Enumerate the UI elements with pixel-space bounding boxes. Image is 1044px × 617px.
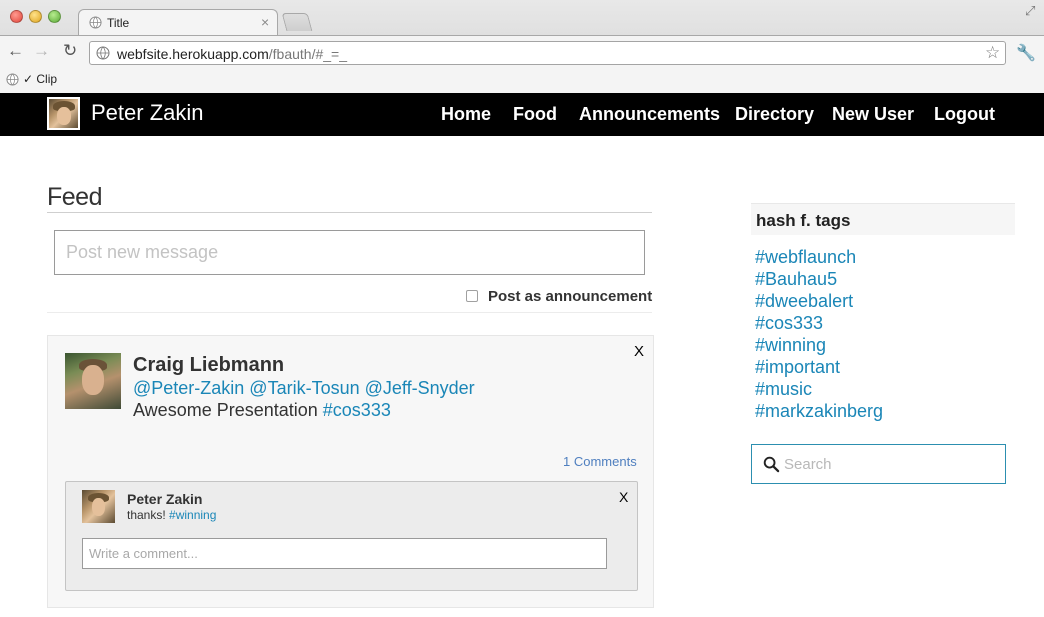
post-body: Awesome Presentation #cos333 xyxy=(133,400,391,421)
brand-name[interactable]: Peter Zakin xyxy=(91,100,204,126)
post-body-text: Awesome Presentation xyxy=(133,400,323,420)
post-mentions[interactable]: @Peter-Zakin @Tarik-Tosun @Jeff-Snyder xyxy=(133,378,475,399)
nav-directory[interactable]: Directory xyxy=(735,104,814,125)
nav-new-user[interactable]: New User xyxy=(832,104,914,125)
site-navbar: Peter Zakin Home Food Announcements Dire… xyxy=(0,93,1044,136)
hashtag-link[interactable]: #important xyxy=(755,356,883,378)
tab-close-icon[interactable]: × xyxy=(261,14,269,30)
browser-toolbar: ← → ↻ webfsite.herokuapp.com/fbauth/#_=_… xyxy=(0,35,1044,69)
tab-title: Title xyxy=(107,16,130,30)
comment-body: thanks! xyxy=(127,508,170,522)
search-input[interactable] xyxy=(784,453,994,475)
hashtag-link[interactable]: #markzakinberg xyxy=(755,400,883,422)
browser-tab[interactable]: Title × xyxy=(78,9,278,36)
hashtags-header: hash f. tags xyxy=(751,203,1015,235)
back-arrow-icon[interactable]: ← xyxy=(7,41,24,61)
comment-input[interactable] xyxy=(82,538,607,569)
url-path: /fbauth/#_=_ xyxy=(268,46,348,62)
divider xyxy=(47,312,652,313)
minimize-window-button[interactable] xyxy=(29,10,42,23)
globe-icon xyxy=(89,16,102,29)
bookmark-label: ✓ Clip xyxy=(23,72,58,86)
divider xyxy=(47,212,652,213)
new-tab-button[interactable] xyxy=(281,13,313,31)
browser-chrome: Title × ⤢ ← → ↻ webfsite.herokuapp.com/f… xyxy=(0,0,1044,93)
avatar[interactable] xyxy=(65,353,121,409)
nav-food[interactable]: Food xyxy=(513,104,557,125)
comment-hashtag[interactable]: #winning xyxy=(169,508,216,522)
hashtag-link[interactable]: #music xyxy=(755,378,883,400)
search-box xyxy=(751,444,1006,484)
post-hashtag[interactable]: #cos333 xyxy=(323,400,391,420)
hashtag-link[interactable]: #cos333 xyxy=(755,312,883,334)
comments-count-link[interactable]: 1 Comments xyxy=(563,454,637,469)
search-icon xyxy=(763,456,780,473)
hashtag-link[interactable]: #webflaunch xyxy=(755,246,883,268)
nav-announcements[interactable]: Announcements xyxy=(579,104,720,125)
reload-icon[interactable]: ↻ xyxy=(63,41,77,61)
address-bar[interactable]: webfsite.herokuapp.com/fbauth/#_=_ ☆ xyxy=(89,41,1006,65)
close-window-button[interactable] xyxy=(10,10,23,23)
post-message-input[interactable] xyxy=(54,230,645,275)
delete-post-button[interactable]: X xyxy=(634,343,644,360)
announcement-label: Post as announcement xyxy=(488,288,653,305)
delete-comment-button[interactable]: X xyxy=(619,489,628,505)
fullscreen-icon[interactable]: ⤢ xyxy=(1025,3,1035,19)
bookmarks-bar: ✓ Clip xyxy=(0,69,1044,93)
avatar[interactable] xyxy=(82,490,115,523)
feed-post: Craig Liebmann @Peter-Zakin @Tarik-Tosun… xyxy=(47,335,654,608)
announcement-checkbox[interactable] xyxy=(466,290,478,302)
forward-arrow-icon[interactable]: → xyxy=(33,41,50,61)
bookmark-clip[interactable]: ✓ Clip xyxy=(6,72,57,86)
hashtag-link[interactable]: #dweebalert xyxy=(755,290,883,312)
wrench-icon[interactable]: 🔧 xyxy=(1016,43,1036,63)
hashtag-link[interactable]: #winning xyxy=(755,334,883,356)
hashtag-link[interactable]: #Bauhau5 xyxy=(755,268,883,290)
hashtag-list: #webflaunch #Bauhau5 #dweebalert #cos333… xyxy=(755,246,883,422)
feed-title: Feed xyxy=(47,183,102,211)
comment-text: thanks! #winning xyxy=(127,508,216,522)
globe-icon xyxy=(96,46,110,60)
avatar[interactable] xyxy=(47,97,80,130)
url-text: webfsite.herokuapp.com/fbauth/#_=_ xyxy=(117,46,347,62)
post-author[interactable]: Craig Liebmann xyxy=(133,354,284,377)
zoom-window-button[interactable] xyxy=(48,10,61,23)
comments-section: Peter Zakin thanks! #winning X xyxy=(65,481,638,591)
hashtags-title: hash f. tags xyxy=(756,211,851,230)
url-host: webfsite.herokuapp.com xyxy=(117,46,269,62)
nav-logout[interactable]: Logout xyxy=(934,104,995,125)
bookmark-star-icon[interactable]: ☆ xyxy=(985,43,1000,63)
globe-icon xyxy=(6,72,19,86)
comment-author[interactable]: Peter Zakin xyxy=(127,491,202,507)
nav-home[interactable]: Home xyxy=(441,104,491,125)
